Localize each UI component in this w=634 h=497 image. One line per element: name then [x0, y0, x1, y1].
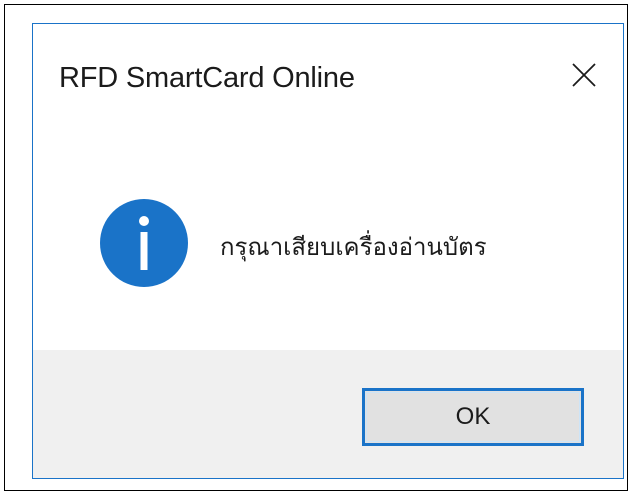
ok-button[interactable]: OK	[362, 388, 584, 446]
dialog-content: กรุณาเสียบเครื่องอ่านบัตร	[33, 132, 623, 350]
close-icon	[572, 63, 596, 87]
ok-button-label: OK	[455, 403, 491, 430]
info-icon	[100, 199, 188, 287]
close-button[interactable]	[561, 52, 607, 98]
dialog-footer: OK	[33, 350, 623, 478]
dialog-message: กรุณาเสียบเครื่องอ่านบัตร	[220, 233, 487, 261]
message-dialog: RFD SmartCard Online กรุณาเสียบเครื่องอ่…	[32, 23, 624, 479]
dialog-title: RFD SmartCard Online	[59, 62, 355, 94]
title-bar: RFD SmartCard Online	[33, 24, 623, 132]
screenshot-frame: RFD SmartCard Online กรุณาเสียบเครื่องอ่…	[4, 4, 628, 491]
